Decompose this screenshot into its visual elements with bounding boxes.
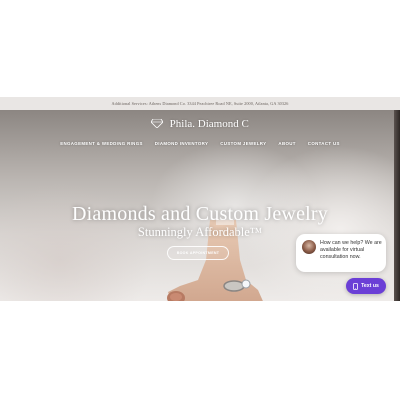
- hero-headline: Diamonds and Custom Jewelry: [72, 203, 328, 225]
- top-info-bar: Additional Services: Athens Diamond Co. …: [0, 97, 400, 111]
- avatar: [302, 240, 316, 254]
- brand-logo[interactable]: Phila. Diamond C: [0, 115, 400, 133]
- chat-bubble-tail: [372, 266, 382, 272]
- main-nav: ENGAGEMENT & WEDDING RINGS DIAMOND INVEN…: [0, 141, 400, 146]
- nav-custom-jewelry[interactable]: CUSTOM JEWELRY: [214, 141, 272, 146]
- book-appointment-button[interactable]: BOOK APPOINTMENT: [167, 246, 229, 260]
- address-text: Additional Services: Athens Diamond Co. …: [111, 101, 289, 106]
- chat-message: How can we help? We are available for vi…: [320, 240, 382, 261]
- nav-about[interactable]: ABOUT: [272, 141, 301, 146]
- text-us-button[interactable]: Text us: [346, 278, 386, 294]
- diamond-icon: [151, 119, 164, 129]
- nav-diamond-inventory[interactable]: DIAMOND INVENTORY: [149, 141, 215, 146]
- nav-engagement-rings[interactable]: ENGAGEMENT & WEDDING RINGS: [54, 141, 149, 146]
- brand-name: Phila. Diamond C: [169, 117, 249, 130]
- text-us-label: Text us: [361, 283, 379, 289]
- nav-contact-us[interactable]: CONTACT US: [302, 141, 346, 146]
- phone-icon: [353, 282, 359, 290]
